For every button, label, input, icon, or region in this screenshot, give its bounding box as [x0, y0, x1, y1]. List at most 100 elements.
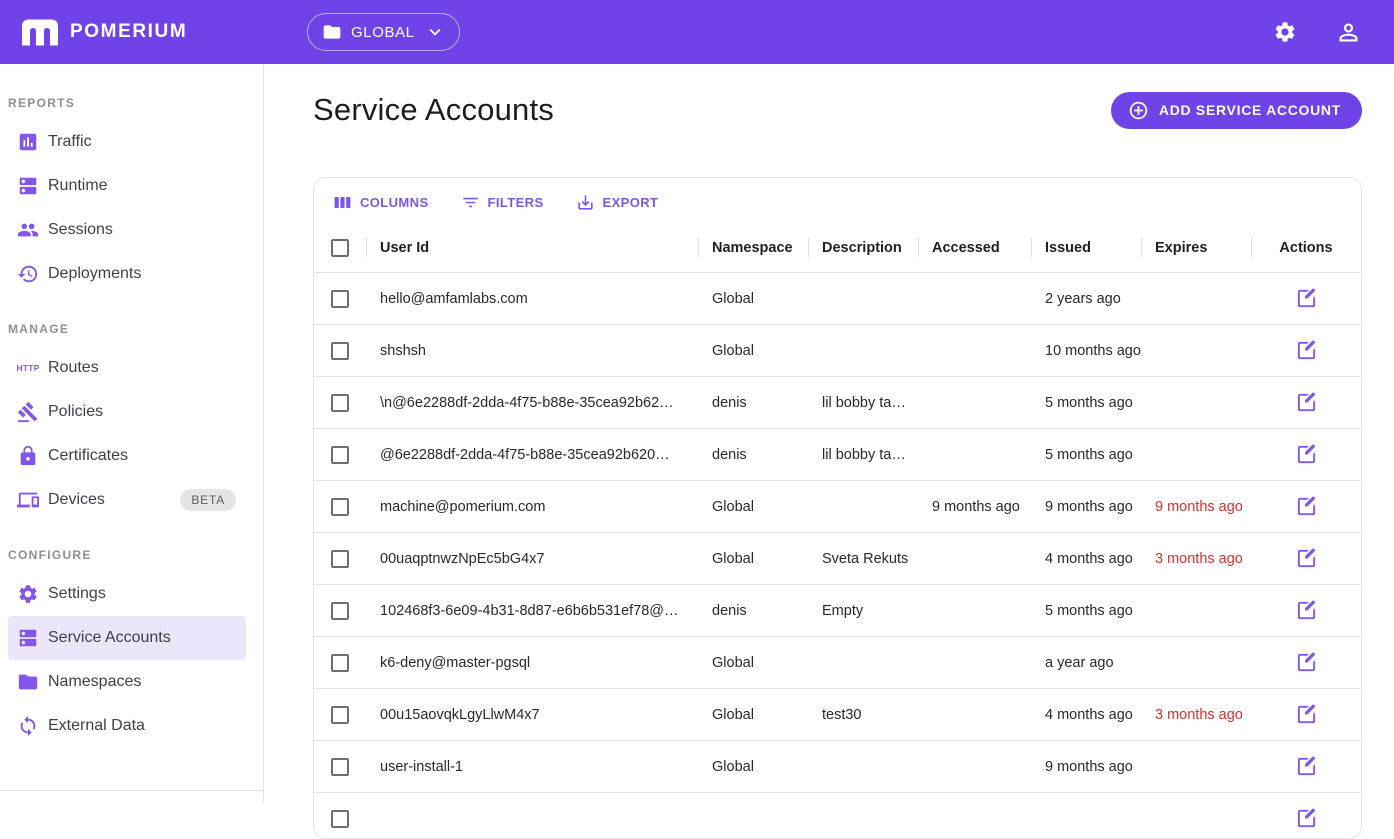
sidebar-item-icon-wrap	[16, 583, 40, 605]
user-id-cell: hello@amfamlabs.com	[366, 291, 698, 307]
filters-button[interactable]: FILTERS	[459, 189, 546, 216]
namespace-cell: Global	[698, 707, 808, 723]
user-id-cell: user-install-1	[366, 759, 698, 775]
actions-cell	[1251, 801, 1361, 836]
table-row: machine@pomerium.comGlobal9 months ago9 …	[314, 481, 1361, 533]
sidebar-item-traffic[interactable]: Traffic	[8, 120, 246, 164]
sidebar-item-certificates[interactable]: Certificates	[8, 434, 246, 478]
edit-service-account-button[interactable]	[1289, 489, 1324, 524]
sidebar-section: CONFIGURE Settings Service Accounts Namespa…	[0, 522, 263, 748]
namespace-cell: denis	[698, 395, 808, 411]
sidebar-item-external-data[interactable]: External Data	[8, 704, 246, 748]
edit-service-account-button[interactable]	[1289, 333, 1324, 368]
row-checkbox[interactable]	[331, 758, 349, 776]
user-id-cell: 102468f3-6e09-4b31-8d87-e6b6b531ef78@…	[366, 603, 698, 619]
sidebar-item-label: Devices	[48, 491, 105, 509]
toolbar-button-label: EXPORT	[603, 195, 659, 210]
account-button[interactable]	[1335, 19, 1362, 46]
edit-icon	[1295, 287, 1318, 310]
gear-icon	[1273, 20, 1297, 44]
table-row: 00uaqptnwzNpEc5bG4x7GlobalSveta Rekuts4 …	[314, 533, 1361, 585]
sidebar-item-namespaces[interactable]: Namespaces	[8, 660, 246, 704]
namespace-selector[interactable]: GLOBAL	[307, 13, 460, 51]
edit-icon	[1295, 495, 1318, 518]
external-data-icon	[17, 715, 39, 737]
settings-gear-button[interactable]	[1273, 20, 1297, 44]
edit-service-account-button[interactable]	[1289, 281, 1324, 316]
column-header-actions[interactable]: Actions	[1251, 223, 1361, 272]
user-id-cell: machine@pomerium.com	[366, 499, 698, 515]
pomerium-logo-icon	[20, 17, 60, 48]
row-checkbox[interactable]	[331, 290, 349, 308]
edit-service-account-button[interactable]	[1289, 385, 1324, 420]
column-header-namespace[interactable]: Namespace	[698, 223, 808, 272]
edit-service-account-button[interactable]	[1289, 645, 1324, 680]
row-checkbox-cell	[314, 602, 366, 620]
edit-icon	[1295, 755, 1318, 778]
edit-service-account-button[interactable]	[1289, 697, 1324, 732]
user-id-cell: 00uaqptnwzNpEc5bG4x7	[366, 551, 698, 567]
sidebar-item-label: External Data	[48, 717, 145, 735]
row-checkbox[interactable]	[331, 498, 349, 516]
actions-cell	[1251, 333, 1361, 368]
table-row: user-install-1Global9 months ago	[314, 741, 1361, 793]
export-button[interactable]: EXPORT	[574, 189, 661, 216]
user-id-cell: k6-deny@master-pgsql	[366, 655, 698, 671]
sidebar-item-policies[interactable]: Policies	[8, 390, 246, 434]
sidebar-item-deployments[interactable]: Deployments	[8, 252, 246, 296]
edit-icon	[1295, 391, 1318, 414]
description-cell: Empty	[808, 603, 918, 619]
sidebar-item-label: Settings	[48, 585, 106, 603]
row-checkbox[interactable]	[331, 706, 349, 724]
edit-icon	[1295, 599, 1318, 622]
table-row: @6e2288df-2dda-4f75-b88e-35cea92b620…den…	[314, 429, 1361, 481]
description-cell: Sveta Rekuts	[808, 551, 918, 567]
edit-service-account-button[interactable]	[1289, 749, 1324, 784]
columns-button[interactable]: COLUMNS	[331, 189, 431, 216]
row-checkbox[interactable]	[331, 602, 349, 620]
sidebar-section-title: REPORTS	[0, 70, 263, 120]
row-checkbox-cell	[314, 550, 366, 568]
sidebar-item-label: Service Accounts	[48, 629, 171, 647]
actions-cell	[1251, 697, 1361, 732]
column-header-accessed[interactable]: Accessed	[918, 223, 1031, 272]
sidebar-item-service-accounts[interactable]: Service Accounts	[8, 616, 246, 660]
issued-cell: 9 months ago	[1031, 499, 1141, 515]
column-header-issued[interactable]: Issued	[1031, 223, 1141, 272]
column-header-expires[interactable]: Expires	[1141, 223, 1251, 272]
row-checkbox[interactable]	[331, 654, 349, 672]
columns-icon	[333, 193, 352, 212]
select-all-checkbox[interactable]	[331, 239, 349, 257]
add-service-account-button[interactable]: ADD SERVICE ACCOUNT	[1111, 92, 1362, 129]
sidebar-item-devices[interactable]: DevicesBETA	[8, 478, 246, 522]
sidebar-item-icon-wrap: HTTP	[16, 363, 40, 373]
sidebar-section-title: CONFIGURE	[0, 522, 263, 572]
sidebar-item-label: Namespaces	[48, 673, 141, 691]
sidebar-item-runtime[interactable]: Runtime	[8, 164, 246, 208]
user-id-cell: 00u15aovqkLgyLlwM4x7	[366, 707, 698, 723]
edit-service-account-button[interactable]	[1289, 541, 1324, 576]
row-checkbox[interactable]	[331, 394, 349, 412]
row-checkbox[interactable]	[331, 446, 349, 464]
issued-cell: 5 months ago	[1031, 603, 1141, 619]
sidebar-item-settings[interactable]: Settings	[8, 572, 246, 616]
sidebar-item-icon-wrap	[16, 401, 40, 423]
toolbar-button-label: FILTERS	[488, 195, 544, 210]
sidebar-section-title: MANAGE	[0, 296, 263, 346]
column-header-description[interactable]: Description	[808, 223, 918, 272]
issued-cell: 2 years ago	[1031, 291, 1141, 307]
row-checkbox[interactable]	[331, 550, 349, 568]
row-checkbox-cell	[314, 498, 366, 516]
sidebar-item-sessions[interactable]: Sessions	[8, 208, 246, 252]
description-cell: test30	[808, 707, 918, 723]
column-header-user-id[interactable]: User Id	[366, 223, 698, 272]
row-checkbox[interactable]	[331, 342, 349, 360]
sidebar-item-routes[interactable]: HTTPRoutes	[8, 346, 246, 390]
namespace-cell: Global	[698, 291, 808, 307]
edit-service-account-button[interactable]	[1289, 801, 1324, 836]
row-checkbox[interactable]	[331, 810, 349, 828]
edit-service-account-button[interactable]	[1289, 593, 1324, 628]
policies-icon	[17, 401, 39, 423]
namespace-cell: Global	[698, 343, 808, 359]
edit-service-account-button[interactable]	[1289, 437, 1324, 472]
